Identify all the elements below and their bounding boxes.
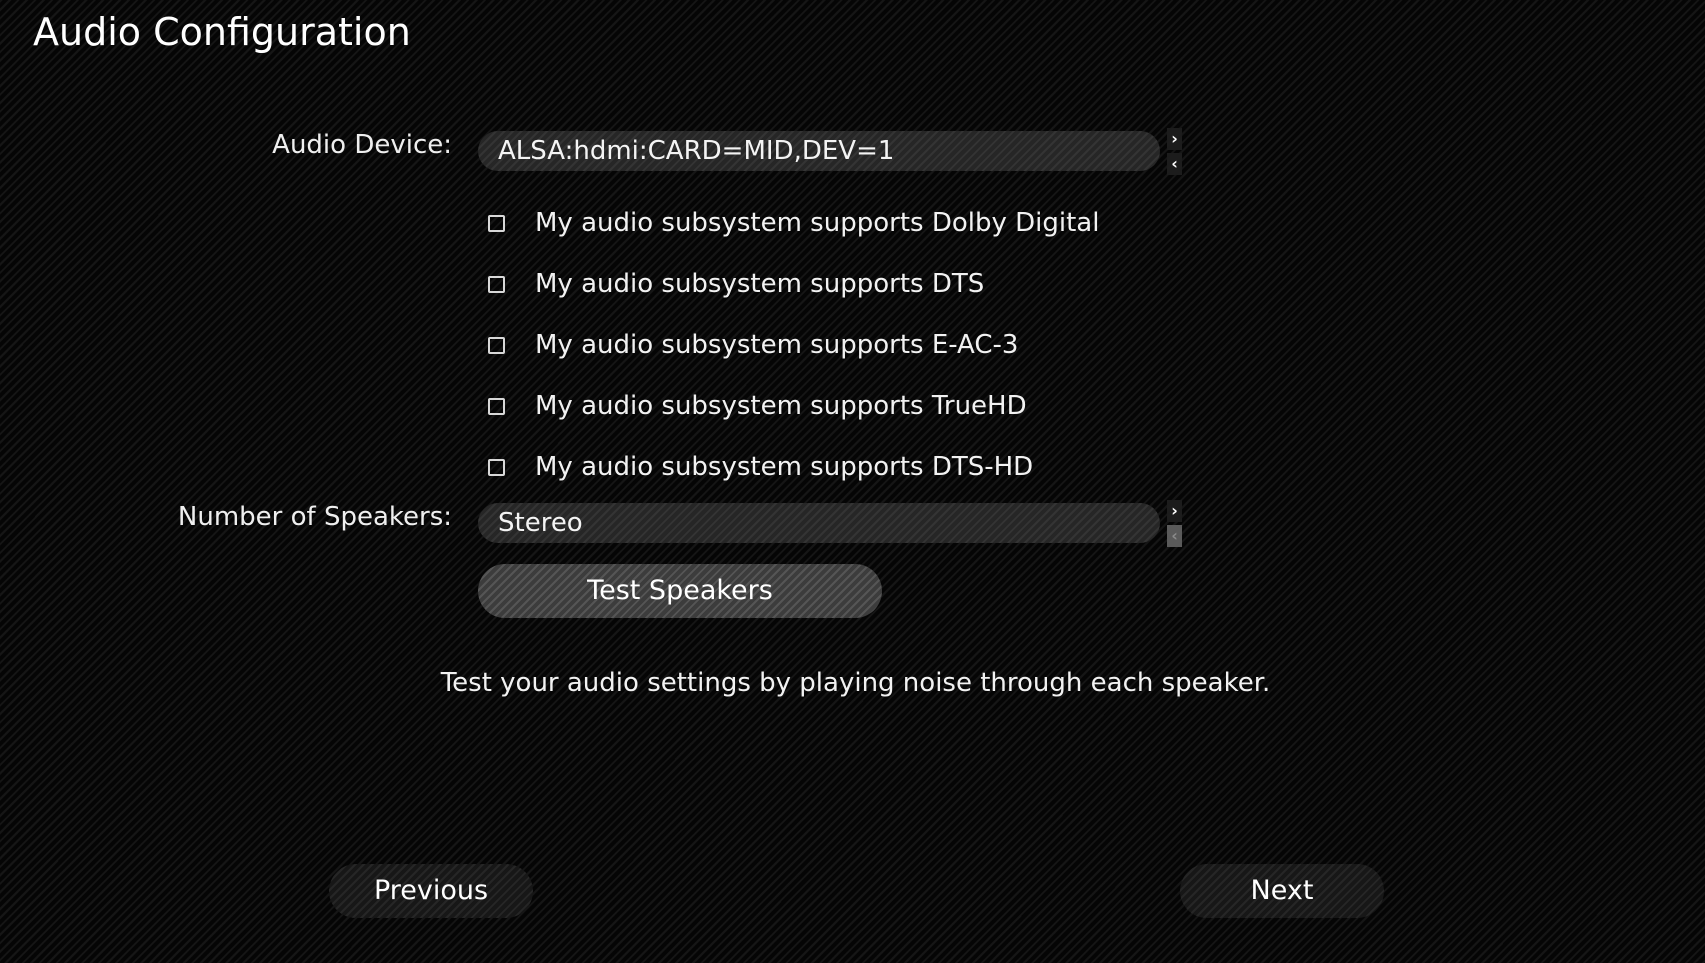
checkbox-row-truehd[interactable]: My audio subsystem supports TrueHD bbox=[488, 386, 1027, 426]
checkbox-label: My audio subsystem supports DTS-HD bbox=[535, 452, 1034, 482]
checkbox-label: My audio subsystem supports Dolby Digita… bbox=[535, 208, 1100, 238]
checkbox-row-eac3[interactable]: My audio subsystem supports E-AC-3 bbox=[488, 325, 1018, 365]
chevron-left-icon[interactable]: ‹ bbox=[1167, 153, 1182, 175]
speakers-arrows: › ‹ bbox=[1167, 500, 1182, 550]
checkbox-truehd[interactable] bbox=[488, 397, 505, 415]
page-title: Audio Configuration bbox=[33, 10, 411, 54]
checkbox-dts[interactable] bbox=[488, 275, 505, 293]
speakers-selector[interactable]: Stereo bbox=[478, 503, 1160, 543]
checkbox-label: My audio subsystem supports TrueHD bbox=[535, 391, 1027, 421]
audio-device-arrows: › ‹ bbox=[1167, 128, 1182, 178]
checkbox-dts-hd[interactable] bbox=[488, 458, 505, 476]
checkbox-eac3[interactable] bbox=[488, 336, 505, 354]
checkbox-label: My audio subsystem supports E-AC-3 bbox=[535, 330, 1019, 360]
checkbox-row-dts[interactable]: My audio subsystem supports DTS bbox=[488, 264, 984, 304]
audio-device-selector[interactable]: ALSA:hdmi:CARD=MID,DEV=1 bbox=[478, 131, 1160, 171]
audio-device-label: Audio Device: bbox=[272, 130, 452, 160]
chevron-right-icon[interactable]: › bbox=[1167, 128, 1182, 150]
test-speakers-button[interactable]: Test Speakers bbox=[478, 564, 882, 618]
speakers-label: Number of Speakers: bbox=[177, 502, 452, 532]
checkbox-label: My audio subsystem supports DTS bbox=[535, 269, 985, 299]
checkbox-row-dts-hd[interactable]: My audio subsystem supports DTS-HD bbox=[488, 447, 1033, 487]
checkbox-dolby-digital[interactable] bbox=[488, 214, 505, 232]
checkbox-row-dolby-digital[interactable]: My audio subsystem supports Dolby Digita… bbox=[488, 203, 1099, 243]
chevron-left-icon: ‹ bbox=[1167, 525, 1182, 547]
chevron-right-icon[interactable]: › bbox=[1167, 500, 1182, 522]
previous-button[interactable]: Previous bbox=[329, 864, 533, 918]
help-text: Test your audio settings by playing nois… bbox=[440, 668, 1271, 698]
next-button[interactable]: Next bbox=[1180, 864, 1384, 918]
